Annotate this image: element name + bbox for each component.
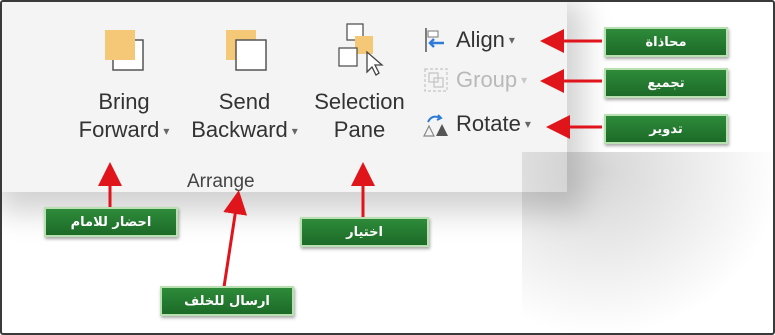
- callout-group: تجميع: [604, 68, 728, 98]
- arrow-send-backward: [222, 190, 248, 288]
- callout-bring-forward: احضار للامام: [44, 207, 178, 237]
- callout-align: محاذاة: [604, 27, 728, 57]
- callout-send-backward: ارسال للخلف: [160, 286, 294, 316]
- callout-selection-pane: اختيار: [300, 217, 429, 247]
- callout-rotate: تدوير: [604, 114, 728, 144]
- screenshot-frame: Bring Forward ▾ Send Backward ▾ Selection …: [0, 0, 775, 335]
